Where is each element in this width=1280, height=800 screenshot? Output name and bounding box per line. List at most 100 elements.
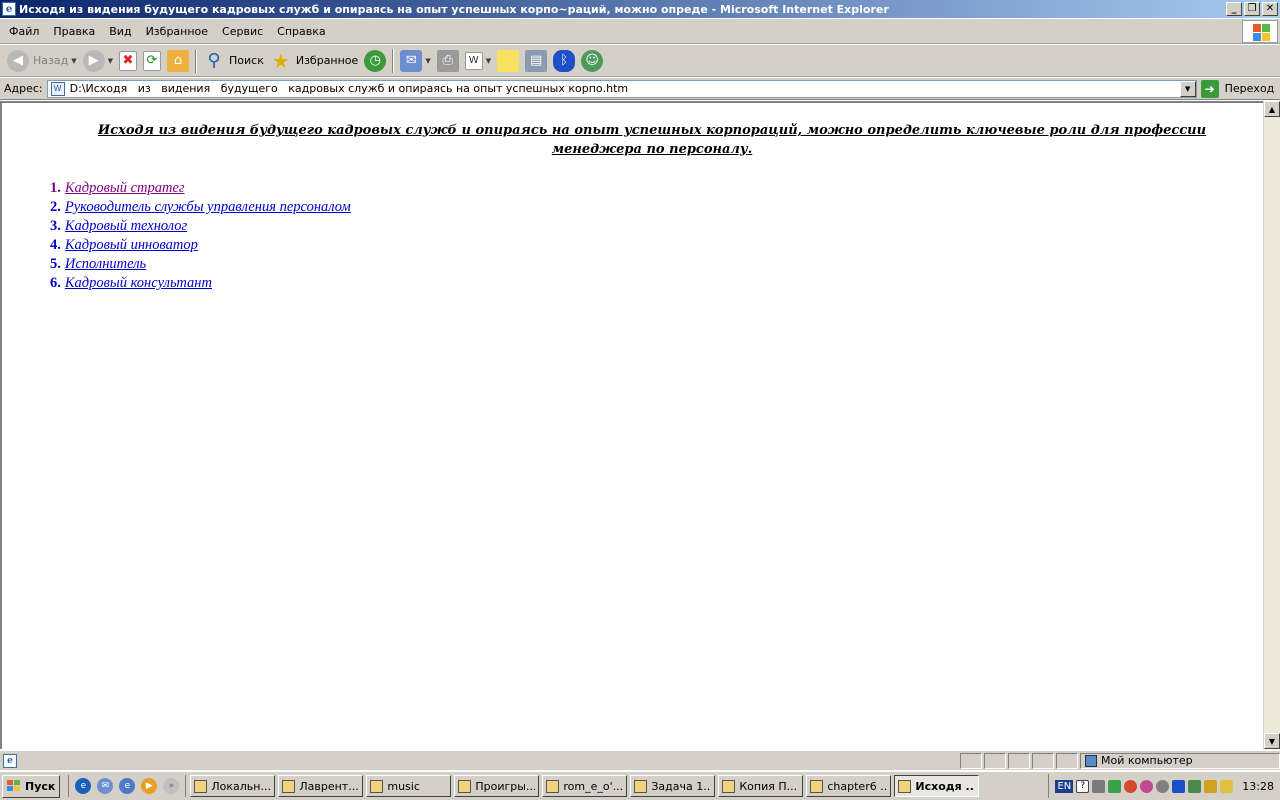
taskbar-button[interactable]: Лаврент... bbox=[278, 775, 364, 797]
forward-arrow-icon: ▶ bbox=[82, 49, 105, 72]
tray-app-icon[interactable] bbox=[1124, 779, 1138, 793]
research-button[interactable]: ▤ bbox=[522, 47, 550, 75]
address-bar: Адрес: W D:\Исходя из видения будущего к… bbox=[0, 78, 1280, 100]
windows-flag-icon bbox=[7, 780, 21, 792]
task-label: Задача 1... bbox=[651, 779, 712, 793]
home-button[interactable]: ⌂ bbox=[164, 47, 192, 75]
toolbar: ◀ Назад ▼ ▶ ▼ ✖ ⟳ ⌂ ⚲ Поиск ★ Избранное … bbox=[0, 45, 1280, 77]
notes-button[interactable] bbox=[494, 47, 522, 75]
role-link[interactable]: Кадровый инноватор bbox=[65, 236, 198, 255]
print-button[interactable]: ⎙ bbox=[434, 47, 462, 75]
role-item: 1. Кадровый стратег bbox=[50, 179, 351, 198]
role-number: 3. bbox=[50, 218, 61, 234]
menu-edit[interactable]: Правка bbox=[46, 25, 102, 38]
search-icon: ⚲ bbox=[207, 50, 221, 71]
network-icon[interactable] bbox=[1092, 779, 1106, 793]
menu-view[interactable]: Вид bbox=[102, 25, 138, 38]
task-label: music bbox=[387, 779, 420, 793]
refresh-button[interactable]: ⟳ bbox=[140, 47, 164, 75]
address-value: D:\Исходя из видения будущего кадровых с… bbox=[69, 82, 629, 95]
word-icon: W bbox=[464, 51, 483, 70]
help-icon[interactable]: ? bbox=[1076, 779, 1090, 793]
edit-button[interactable]: W ▼ bbox=[462, 47, 494, 75]
security-zone: Мой компьютер bbox=[1080, 752, 1280, 769]
taskbar-button[interactable]: music bbox=[366, 775, 452, 797]
go-button[interactable]: ➔ Переход bbox=[1200, 79, 1274, 98]
role-link[interactable]: Кадровый технолог bbox=[65, 217, 187, 236]
taskbar-button[interactable]: Копия П... bbox=[718, 775, 804, 797]
role-link[interactable]: Руководитель службы управления персонало… bbox=[65, 198, 351, 217]
taskbar-button[interactable]: Локальн... bbox=[190, 775, 276, 797]
tray-app-icon[interactable] bbox=[1140, 779, 1154, 793]
restore-button[interactable]: ❐ bbox=[1244, 2, 1260, 16]
tray-app-icon[interactable] bbox=[1220, 779, 1234, 793]
menu-favorites[interactable]: Избранное bbox=[139, 25, 215, 38]
history-button[interactable]: ◷ bbox=[361, 47, 389, 75]
menu-help[interactable]: Справка bbox=[270, 25, 332, 38]
favorites-label: Избранное bbox=[295, 54, 359, 67]
mail-icon: ✉ bbox=[400, 49, 423, 72]
close-button[interactable]: ✕ bbox=[1262, 2, 1278, 16]
ie-page-icon: e bbox=[3, 753, 17, 768]
scroll-down-button[interactable]: ▼ bbox=[1264, 733, 1280, 749]
task-label: Копия П... bbox=[739, 779, 798, 793]
task-icon bbox=[722, 779, 736, 793]
back-arrow-icon: ◀ bbox=[7, 49, 29, 72]
language-indicator[interactable]: EN bbox=[1055, 779, 1074, 793]
address-input[interactable]: W D:\Исходя из видения будущего кадровых… bbox=[46, 79, 1197, 98]
role-link[interactable]: Кадровый стратег bbox=[65, 179, 185, 198]
outlook-quicklaunch-icon[interactable]: ✉ bbox=[97, 778, 114, 794]
task-label: Исходя ... bbox=[915, 779, 976, 793]
role-item: 4. Кадровый инноватор bbox=[50, 236, 351, 255]
minimize-button[interactable]: _ bbox=[1226, 2, 1242, 16]
menu-file[interactable]: Файл bbox=[2, 25, 46, 38]
task-buttons: Локальн... Лаврент... music Проигры... rom_e… bbox=[185, 775, 980, 797]
bluetooth-tray-icon[interactable] bbox=[1172, 779, 1186, 793]
role-link[interactable]: Исполнитель bbox=[65, 255, 146, 274]
back-button[interactable]: ◀ Назад ▼ bbox=[4, 47, 80, 75]
mail-button[interactable]: ✉ ▼ bbox=[397, 47, 433, 75]
research-icon: ▤ bbox=[525, 49, 548, 72]
taskbar-button[interactable]: Задача 1... bbox=[630, 775, 716, 797]
start-button[interactable]: Пуск bbox=[2, 774, 61, 798]
vertical-scrollbar[interactable]: ▲ ▼ bbox=[1263, 101, 1280, 749]
start-label: Пуск bbox=[25, 779, 56, 793]
role-item: 2. Руководитель службы управления персона… bbox=[50, 198, 351, 217]
taskbar: Пуск e ✉ e ▶ » Локальн... Лаврент... music… bbox=[0, 771, 1280, 800]
role-item: 3. Кадровый технолог bbox=[50, 217, 351, 236]
role-link[interactable]: Кадровый консультант bbox=[65, 274, 212, 293]
stop-button[interactable]: ✖ bbox=[116, 47, 140, 75]
messenger-button[interactable]: ☺ bbox=[578, 47, 606, 75]
menu-tools[interactable]: Сервис bbox=[215, 25, 270, 38]
task-label: Лаврент... bbox=[299, 779, 359, 793]
search-label: Поиск bbox=[229, 54, 264, 67]
antivirus-icon[interactable] bbox=[1108, 779, 1122, 793]
tray-app-icon[interactable] bbox=[1156, 779, 1170, 793]
ie-quicklaunch-icon[interactable]: e bbox=[75, 778, 92, 794]
ie-alt-quicklaunch-icon[interactable]: e bbox=[119, 778, 136, 794]
chevron-down-icon: ▼ bbox=[425, 56, 431, 65]
ie-icon: e bbox=[2, 2, 16, 16]
search-button[interactable]: ⚲ Поиск bbox=[200, 47, 267, 75]
bluetooth-button[interactable]: ᛒ bbox=[550, 47, 578, 75]
scroll-up-button[interactable]: ▲ bbox=[1264, 101, 1280, 117]
page-heading: Исходя из видения будущего кадровых служ… bbox=[97, 123, 1207, 157]
taskbar-button[interactable]: rom_e_o'... bbox=[542, 775, 628, 797]
volume-icon[interactable] bbox=[1204, 779, 1218, 793]
taskbar-button[interactable]: Исходя ... bbox=[894, 775, 980, 797]
task-label: Локальн... bbox=[211, 779, 271, 793]
clock[interactable]: 13:28 bbox=[1242, 780, 1274, 793]
star-icon: ★ bbox=[271, 48, 290, 73]
address-dropdown-button[interactable]: ▼ bbox=[1179, 80, 1196, 97]
favorites-button[interactable]: ★ Избранное bbox=[267, 47, 361, 75]
tray-app-icon[interactable] bbox=[1188, 779, 1202, 793]
taskbar-button[interactable]: chapter6 ... bbox=[806, 775, 892, 797]
role-number: 6. bbox=[50, 275, 61, 291]
more-quicklaunch-icon[interactable]: » bbox=[163, 778, 180, 794]
media-player-quicklaunch-icon[interactable]: ▶ bbox=[141, 778, 158, 794]
task-label: chapter6 ... bbox=[827, 779, 888, 793]
menu-bar: Файл Правка Вид Избранное Сервис Справка bbox=[0, 19, 1280, 44]
forward-button[interactable]: ▶ ▼ bbox=[80, 47, 116, 75]
taskbar-button[interactable]: Проигры... bbox=[454, 775, 540, 797]
role-number: 5. bbox=[50, 256, 61, 272]
